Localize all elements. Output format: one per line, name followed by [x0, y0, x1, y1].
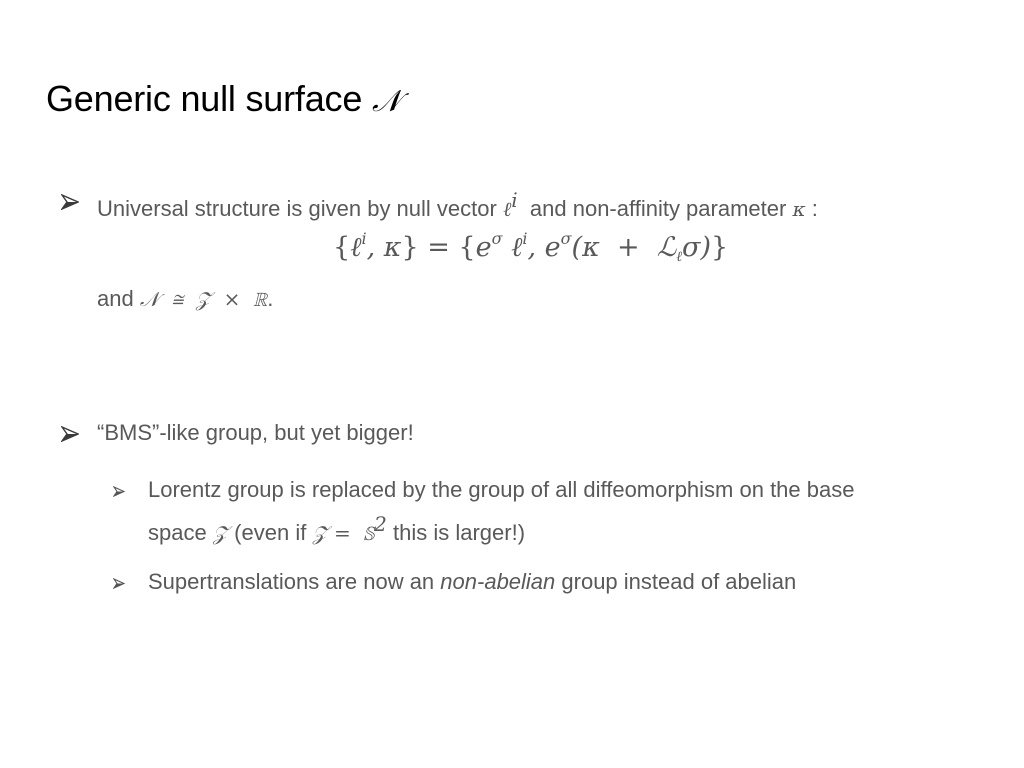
brace-open: { [458, 232, 476, 263]
eq-symbol: , κ [366, 232, 402, 263]
brace-close: } [711, 232, 729, 263]
slide-title: Generic null surface 𝒩 [46, 78, 401, 120]
bullet-universal-structure: Universal structure is given by null vec… [97, 188, 818, 222]
eq-superscript: σ [560, 229, 572, 248]
title-symbol: 𝒩 [371, 84, 401, 119]
eq-symbol: σ) [682, 232, 712, 263]
sub-bullet-lorentz-line2: space 𝒵 (even if 𝒵 = 𝕊2 this is larger!) [148, 512, 525, 546]
small-arrowhead-bullet-icon [113, 486, 125, 497]
sub-bullet-supertranslations: Supertranslations are now an non-abelian… [148, 569, 796, 595]
small-arrowhead-bullet-icon [113, 578, 125, 589]
bullet-text: and non-affinity parameter [517, 196, 793, 221]
eq-symbol: ℓ [350, 232, 362, 263]
isomorphism-line: and 𝒩 ≅ 𝒵 × ℝ. [97, 286, 273, 312]
eq-symbol: e [475, 232, 492, 263]
iso-expression: 𝒩 ≅ 𝒵 × ℝ [139, 287, 268, 311]
eq-symbol: ℓ [502, 232, 523, 263]
bullet-text: Supertranslations are now an [148, 569, 441, 594]
slide: Generic null surface 𝒩 Universal structu… [0, 0, 1024, 768]
title-text: Generic null surface [46, 78, 372, 119]
bullet-text: Universal structure is given by null vec… [97, 196, 503, 221]
eq-superscript: σ [491, 229, 503, 248]
bullet-text: space [148, 520, 213, 545]
bullet-text: (even if [228, 520, 313, 545]
iso-prefix: and [97, 286, 140, 311]
brace-close: } [401, 232, 419, 263]
brace-open: { [333, 232, 351, 263]
eq-symbol: (κ + [571, 232, 657, 263]
sub-bullet-lorentz: Lorentz group is replaced by the group o… [148, 477, 854, 503]
eq-symbol: , e [527, 232, 561, 263]
equals-sign: = [418, 232, 459, 263]
bullet-text: this is larger!) [386, 520, 526, 545]
bullet-text: : [805, 196, 818, 221]
sphere-superscript: 2 [374, 512, 387, 536]
sphere-equation: 𝒵 = 𝕊 [312, 521, 375, 545]
iso-suffix: . [267, 286, 274, 311]
kappa-symbol: κ [792, 197, 806, 221]
arrowhead-bullet-icon [61, 426, 79, 442]
bullet-bms-like: “BMS”-like group, but yet bigger! [97, 420, 414, 446]
equation-transformation: {ℓi, κ} = {eσ ℓi, eσ(κ + ℒℓσ)} [333, 229, 728, 266]
lie-derivative-symbol: ℒ [656, 232, 677, 263]
arrowhead-bullet-icon [61, 194, 79, 210]
base-space-symbol: 𝒵 [212, 521, 229, 545]
bullet-text: “BMS”-like group, but yet bigger! [97, 420, 414, 445]
bullet-text: group instead of abelian [555, 569, 797, 594]
bullet-text: Lorentz group is replaced by the group o… [148, 477, 855, 502]
emphasized-text: non-abelian [440, 569, 556, 594]
